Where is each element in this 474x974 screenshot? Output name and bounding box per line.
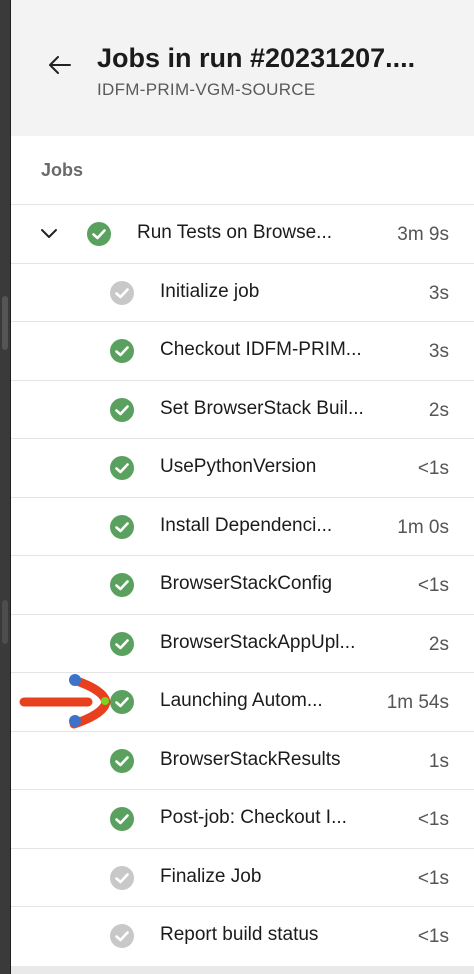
- skipped-icon: [110, 924, 134, 948]
- step-duration: 3s: [428, 283, 449, 304]
- step-row[interactable]: Checkout IDFM-PRIM... 3s: [11, 321, 474, 379]
- page-subtitle: IDFM-PRIM-VGM-SOURCE: [97, 80, 316, 99]
- step-duration: <1s: [417, 458, 449, 479]
- step-duration: 2s: [428, 400, 449, 421]
- left-scroll-rail: [0, 0, 11, 974]
- bottom-divider: [11, 966, 474, 974]
- step-name: Install Dependenci...: [160, 515, 333, 536]
- step-name: Set BrowserStack Buil...: [160, 398, 364, 419]
- scrollbar-thumb[interactable]: [2, 296, 8, 350]
- step-row[interactable]: BrowserStackConfig <1s: [11, 555, 474, 613]
- step-duration: <1s: [417, 926, 449, 947]
- success-icon: [87, 222, 111, 246]
- page-title: Jobs in run #20231207....: [97, 43, 416, 73]
- step-name: Finalize Job: [160, 866, 262, 887]
- step-row[interactable]: Initialize job 3s: [11, 263, 474, 321]
- step-row[interactable]: Finalize Job <1s: [11, 848, 474, 906]
- step-duration: <1s: [417, 809, 449, 830]
- jobs-panel: Jobs in run #20231207.... IDFM-PRIM-VGM-…: [11, 0, 474, 974]
- step-name: BrowserStackResults: [160, 749, 341, 770]
- success-icon: [110, 573, 134, 597]
- job-duration: 3m 9s: [397, 224, 449, 245]
- step-row[interactable]: BrowserStackAppUpl... 2s: [11, 614, 474, 672]
- window-frame: Jobs in run #20231207.... IDFM-PRIM-VGM-…: [0, 0, 474, 974]
- panel-header: Jobs in run #20231207.... IDFM-PRIM-VGM-…: [11, 0, 474, 136]
- step-name: Post-job: Checkout I...: [160, 807, 347, 828]
- arrow-left-icon: [49, 56, 71, 74]
- section-label-jobs: Jobs: [41, 160, 84, 180]
- step-name: UsePythonVersion: [160, 456, 317, 477]
- step-name: BrowserStackConfig: [160, 573, 333, 594]
- step-duration: 1m 54s: [386, 692, 449, 713]
- step-name: Checkout IDFM-PRIM...: [160, 339, 362, 360]
- chevron-down-icon[interactable]: [39, 223, 59, 243]
- step-duration: 3s: [428, 341, 449, 362]
- step-row[interactable]: Set BrowserStack Buil... 2s: [11, 380, 474, 438]
- success-icon: [110, 690, 134, 714]
- step-row[interactable]: Report build status <1s: [11, 906, 474, 964]
- job-name: Run Tests on Browse...: [137, 222, 333, 243]
- step-duration: 1m 0s: [397, 517, 449, 538]
- step-duration: <1s: [417, 868, 449, 889]
- success-icon: [110, 632, 134, 656]
- job-row[interactable]: Run Tests on Browse... 3m 9s: [11, 204, 474, 262]
- step-duration: 2s: [428, 634, 449, 655]
- back-button[interactable]: [45, 50, 75, 80]
- step-row[interactable]: Post-job: Checkout I... <1s: [11, 789, 474, 847]
- skipped-icon: [110, 866, 134, 890]
- step-row[interactable]: Install Dependenci... 1m 0s: [11, 497, 474, 555]
- step-row[interactable]: BrowserStackResults 1s: [11, 731, 474, 789]
- step-row[interactable]: UsePythonVersion <1s: [11, 438, 474, 496]
- success-icon: [110, 515, 134, 539]
- step-name: Launching Autom...: [160, 690, 323, 711]
- success-icon: [110, 456, 134, 480]
- step-duration: 1s: [428, 751, 449, 772]
- step-name: Initialize job: [160, 281, 260, 302]
- step-row[interactable]: Launching Autom... 1m 54s: [11, 672, 474, 730]
- success-icon: [110, 339, 134, 363]
- success-icon: [110, 749, 134, 773]
- success-icon: [110, 807, 134, 831]
- scrollbar-thumb-secondary[interactable]: [2, 600, 8, 644]
- step-name: BrowserStackAppUpl...: [160, 632, 356, 653]
- step-name: Report build status: [160, 924, 319, 945]
- skipped-icon: [110, 281, 134, 305]
- success-icon: [110, 398, 134, 422]
- step-duration: <1s: [417, 575, 449, 596]
